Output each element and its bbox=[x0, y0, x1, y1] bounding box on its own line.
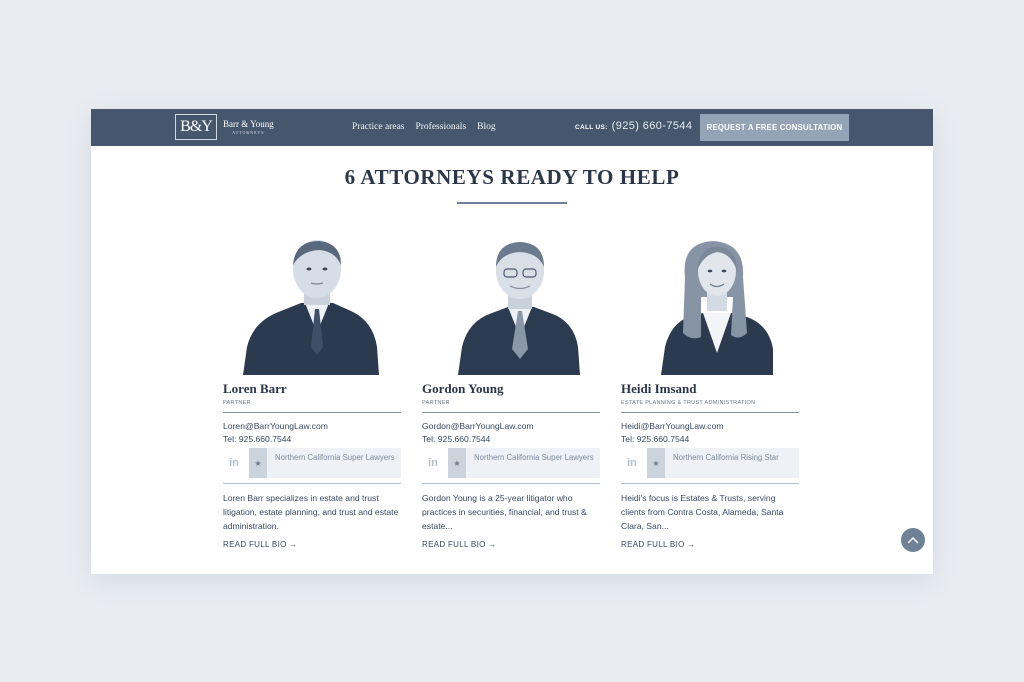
attorney-email-link[interactable]: Gordon@BarrYoungLaw.com bbox=[422, 421, 602, 431]
divider bbox=[223, 483, 401, 484]
badges-row: in ★ Northern California Rising Star bbox=[621, 448, 799, 478]
nav-link-professionals[interactable]: Professionals bbox=[415, 122, 466, 132]
phone-number-link[interactable]: (925) 660-7544 bbox=[612, 120, 693, 132]
attorney-name[interactable]: Loren Barr bbox=[223, 381, 403, 397]
attorney-photo[interactable] bbox=[223, 237, 403, 375]
attorney-name[interactable]: Heidi Imsand bbox=[621, 381, 801, 397]
award-label: Northern California Super Lawyers bbox=[474, 453, 594, 462]
star-icon: ★ bbox=[448, 448, 466, 478]
attorney-bio: Gordon Young is a 25-year litigator who … bbox=[422, 493, 587, 531]
linkedin-icon[interactable]: in bbox=[621, 448, 643, 478]
call-us: CALL US: (925) 660-7544 bbox=[575, 120, 692, 132]
attorney-photo[interactable] bbox=[422, 237, 602, 375]
attorney-card: Heidi Imsand ESTATE PLANNING & TRUST ADM… bbox=[621, 237, 801, 549]
read-full-bio-link[interactable]: READ FULL BIO → bbox=[621, 540, 801, 549]
star-icon: ★ bbox=[249, 448, 267, 478]
attorney-role: PARTNER bbox=[223, 400, 251, 406]
divider bbox=[223, 412, 401, 413]
award-badge: ★ Northern California Rising Star bbox=[647, 448, 799, 478]
attorney-card: Loren Barr PARTNER Loren@BarrYoungLaw.co… bbox=[223, 237, 403, 549]
request-consultation-button[interactable]: REQUEST A FREE CONSULTATION bbox=[700, 114, 849, 141]
nav-link-blog[interactable]: Blog bbox=[477, 122, 495, 132]
attorney-email-link[interactable]: Loren@BarrYoungLaw.com bbox=[223, 421, 403, 431]
attorney-phone[interactable]: Tel: 925.660.7544 bbox=[422, 434, 602, 444]
attorney-bio: Heidi's focus is Estates & Trusts, servi… bbox=[621, 493, 784, 531]
page-heading: 6 ATTORNEYS READY TO HELP bbox=[344, 165, 680, 189]
badges-row: in ★ Northern California Super Lawyers bbox=[422, 448, 600, 478]
nav-link-practice-areas[interactable]: Practice areas bbox=[352, 122, 404, 132]
read-full-bio-link[interactable]: READ FULL BIO → bbox=[422, 540, 602, 549]
award-label: Northern California Super Lawyers bbox=[275, 453, 395, 462]
attorney-name[interactable]: Gordon Young bbox=[422, 381, 602, 397]
logo-subtitle: ATTORNEYS bbox=[232, 129, 265, 135]
attorney-phone[interactable]: Tel: 925.660.7544 bbox=[621, 434, 801, 444]
award-badge: ★ Northern California Super Lawyers bbox=[448, 448, 600, 478]
heading-underline bbox=[457, 202, 567, 204]
linkedin-icon[interactable]: in bbox=[422, 448, 444, 478]
linkedin-icon[interactable]: in bbox=[223, 448, 245, 478]
attorney-card: Gordon Young PARTNER Gordon@BarrYoungLaw… bbox=[422, 237, 602, 549]
scroll-to-top-button[interactable] bbox=[901, 528, 925, 552]
badges-row: in ★ Northern California Super Lawyers bbox=[223, 448, 401, 478]
attorney-role: ESTATE PLANNING & TRUST ADMINISTRATION bbox=[621, 400, 756, 406]
divider bbox=[422, 483, 600, 484]
divider bbox=[621, 412, 799, 413]
logo-monogram: B&Y bbox=[175, 114, 217, 140]
browser-frame: B&Y Barr & Young ATTORNEYS Practice area… bbox=[91, 109, 933, 574]
chevron-up-icon bbox=[907, 536, 919, 544]
award-label: Northern California Rising Star bbox=[673, 453, 779, 462]
award-badge: ★ Northern California Super Lawyers bbox=[249, 448, 401, 478]
attorney-role: PARTNER bbox=[422, 400, 450, 406]
logo-name: Barr & Young bbox=[223, 118, 274, 129]
attorney-bio: Loren Barr specializes in estate and tru… bbox=[223, 493, 399, 531]
logo[interactable]: B&Y Barr & Young ATTORNEYS bbox=[175, 114, 274, 140]
top-navigation-bar: B&Y Barr & Young ATTORNEYS Practice area… bbox=[91, 109, 933, 146]
nav-links: Practice areas Professionals Blog bbox=[352, 122, 496, 132]
read-full-bio-link[interactable]: READ FULL BIO → bbox=[223, 540, 403, 549]
attorney-email-link[interactable]: Heidi@BarrYoungLaw.com bbox=[621, 421, 801, 431]
attorney-phone[interactable]: Tel: 925.660.7544 bbox=[223, 434, 403, 444]
divider bbox=[621, 483, 799, 484]
attorney-photo[interactable] bbox=[621, 237, 801, 375]
divider bbox=[422, 412, 600, 413]
star-icon: ★ bbox=[647, 448, 665, 478]
call-us-label: CALL US: bbox=[575, 124, 608, 131]
